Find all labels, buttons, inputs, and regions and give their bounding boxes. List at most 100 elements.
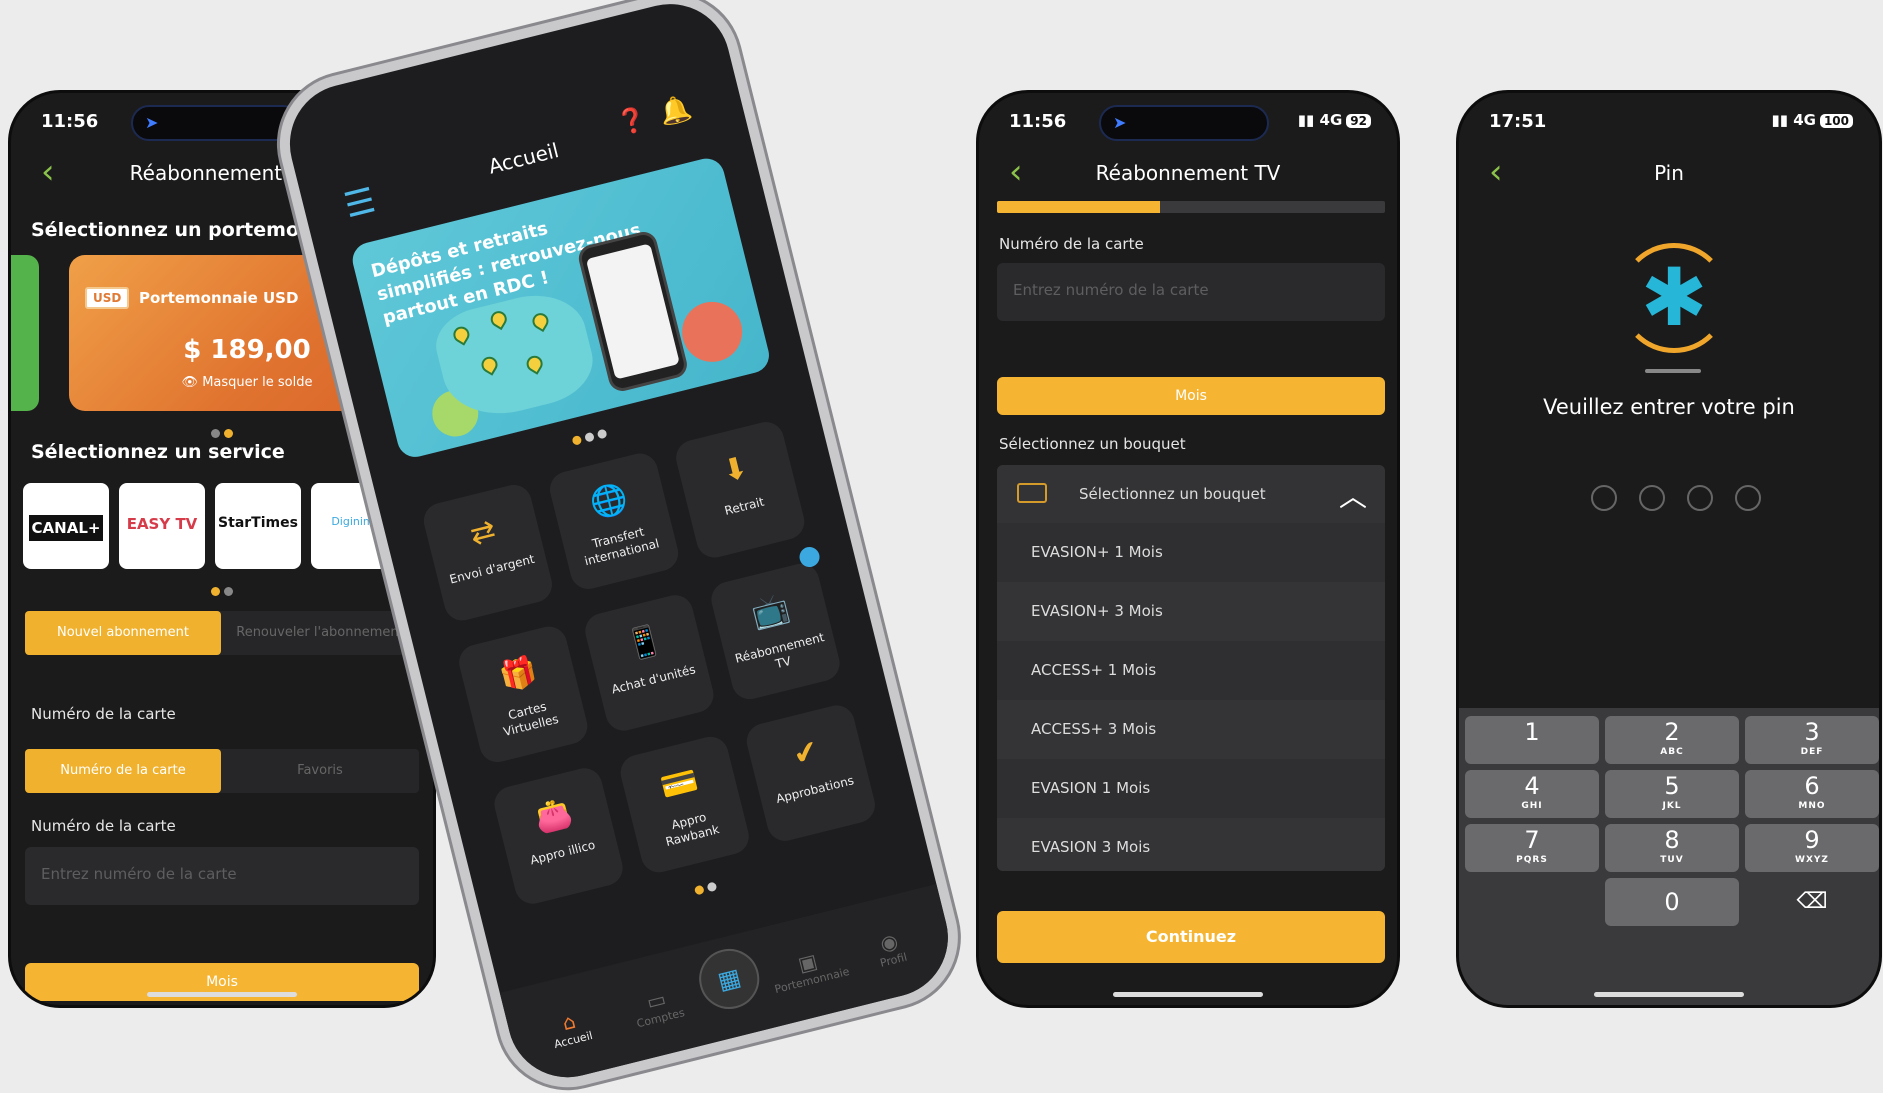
tile-approvals[interactable]: ✔ Approbations [742, 701, 879, 845]
key-letters: TUV [1660, 855, 1684, 865]
bank-card-icon: 💳 [657, 763, 703, 807]
map-pin-icon [478, 353, 501, 376]
signal-icon: ▮▮ [1771, 111, 1788, 129]
tile-appro-rawbank[interactable]: 💳 Appro Rawbank [616, 733, 753, 877]
tile-withdraw[interactable]: ⬇ Retrait [672, 418, 809, 562]
bouquet-section-label: Sélectionnez un bouquet [999, 435, 1186, 453]
tile-virtual-cards[interactable]: 🎁 Cartes Virtuelles [455, 622, 592, 766]
bouquet-option[interactable]: ACCESS+ 3 Mois [997, 700, 1385, 759]
promo-banner[interactable]: Dépôts et retraits simplifiés : retrouve… [348, 154, 773, 461]
card-number-input[interactable]: Entrez numéro de la carte [997, 263, 1385, 321]
backspace-icon: ⌫ [1796, 889, 1828, 914]
page-dot [706, 881, 718, 893]
tile-money-transfer[interactable]: ⇄ Envoi d'argent [420, 481, 556, 625]
home-indicator [1113, 992, 1263, 997]
tile-tv-subscription[interactable]: 📺 Réabonnement TV [707, 559, 844, 703]
status-bar: 17:51 ▮▮ 4G 100 [1459, 93, 1879, 149]
status-time: 11:56 [41, 111, 99, 132]
continue-button[interactable]: Continuez [997, 911, 1385, 963]
tile-airtime[interactable]: 📱 Achat d'unités [581, 591, 718, 735]
backspace-key[interactable]: ⌫ [1745, 878, 1879, 926]
phone-illustration-screen [585, 243, 680, 380]
card-source-toggle: Numéro de la carte Favoris [25, 749, 419, 793]
virtual-card-icon: 🎁 [495, 652, 541, 696]
page-dot [224, 587, 233, 596]
bouquet-option[interactable]: EVASION+ 1 Mois [997, 523, 1385, 582]
currency-chip: USD [85, 287, 130, 309]
new-subscription-tab[interactable]: Nouvel abonnement [25, 611, 221, 655]
service-startimes[interactable]: StarTimes [215, 483, 301, 569]
network-type: 4G [1793, 111, 1816, 129]
tile-label: Appro illico [528, 837, 597, 868]
key-digit: 2 [1664, 718, 1680, 746]
tab-profile[interactable]: ◉ Profil [847, 921, 934, 976]
status-time: 17:51 [1489, 111, 1547, 132]
bouquet-option[interactable]: EVASION 1 Mois [997, 759, 1385, 818]
bouquet-option[interactable]: EVASION 3 Mois [997, 818, 1385, 871]
money-transfer-icon: ⇄ [466, 512, 500, 553]
key-letters: DEF [1800, 747, 1824, 757]
tv-icon: 📺 [748, 590, 793, 634]
tile-label: Retrait [723, 494, 766, 518]
key-5[interactable]: 5 JKL [1605, 770, 1739, 818]
map-pin-icon [487, 308, 510, 331]
map-pin-icon [529, 310, 552, 333]
service-canal-plus[interactable]: CANAL+ [23, 483, 109, 569]
bouquet-dropdown-header[interactable]: Sélectionnez un bouquet ︿ [997, 465, 1385, 523]
tile-label: Transfert international [583, 524, 661, 569]
key-digit: 7 [1524, 826, 1540, 854]
pin-digit-slot [1735, 485, 1761, 511]
wallet-card-previous[interactable] [11, 255, 39, 411]
key-6[interactable]: 6 MNO [1745, 770, 1879, 818]
card-number-tab[interactable]: Numéro de la carte [25, 749, 221, 793]
tab-wallet[interactable]: ▣ Portemonnaie [766, 941, 853, 996]
bouquet-option[interactable]: EVASION+ 3 Mois [997, 582, 1385, 641]
bouquet-option[interactable]: ACCESS+ 1 Mois [997, 641, 1385, 700]
network-indicator: ▮▮ 4G 100 [1771, 111, 1853, 129]
card-number-label: Numéro de la carte [999, 235, 1144, 253]
key-2[interactable]: 2 ABC [1605, 716, 1739, 764]
key-letters: ABC [1660, 747, 1684, 757]
wallet-pagination [209, 423, 235, 438]
month-button[interactable]: Mois [997, 377, 1385, 415]
key-9[interactable]: 9 WXYZ [1745, 824, 1879, 872]
bouquet-dropdown: Sélectionnez un bouquet ︿ EVASION+ 1 Moi… [997, 465, 1385, 871]
card-number-label: Numéro de la carte [31, 705, 176, 723]
key-4[interactable]: 4 GHI [1465, 770, 1599, 818]
asterisk-logo-icon: ✱ [1640, 251, 1708, 344]
phone-illustration [575, 229, 690, 394]
key-8[interactable]: 8 TUV [1605, 824, 1739, 872]
key-3[interactable]: 3 DEF [1745, 716, 1879, 764]
qr-scan-button[interactable]: ▦ [692, 942, 766, 1016]
service-label: EASY TV [126, 515, 198, 533]
banner-decoration [675, 295, 749, 369]
favorites-tab[interactable]: Favoris [221, 749, 419, 793]
key-0[interactable]: 0 [1605, 878, 1739, 926]
phone-screen-bouquet: 11:56 ➤ ▮▮ 4G 92 ‹ Réabonnement TV Numéro… [976, 90, 1400, 1008]
tile-appro-illico[interactable]: 👛 Appro illico [490, 764, 627, 908]
service-label: CANAL+ [29, 515, 103, 541]
key-1[interactable]: 1 [1465, 716, 1599, 764]
qr-code-icon: ▦ [714, 962, 744, 996]
tab-accounts[interactable]: ▭ Comptes [614, 979, 701, 1034]
card-number-input[interactable]: Entrez numéro de la carte [25, 847, 419, 905]
key-7[interactable]: 7 PQRS [1465, 824, 1599, 872]
tab-home[interactable]: ⌂ Accueil [527, 1001, 614, 1056]
key-digit: 5 [1664, 772, 1680, 800]
key-digit: 3 [1804, 718, 1820, 746]
card-input-label: Numéro de la carte [31, 817, 176, 835]
status-time: 11:56 [1009, 111, 1067, 132]
bottom-tab-bar: ⌂ Accueil ▭ Comptes ▦ ▣ Portemonnaie ◉ Profi… [499, 884, 961, 1090]
network-indicator: ▮▮ 4G 92 [1298, 111, 1371, 129]
page-dot-active [224, 429, 233, 438]
hide-balance-label: Masquer le solde [202, 375, 313, 390]
key-letters: JKL [1662, 801, 1682, 811]
key-letters: GHI [1521, 801, 1543, 811]
key-digit: 4 [1524, 772, 1540, 800]
service-easy-tv[interactable]: EASY TV [119, 483, 205, 569]
tile-label: Appro Rawbank [664, 809, 721, 850]
renew-subscription-tab[interactable]: Renouveler l'abonnement [221, 611, 419, 655]
key-letters: WXYZ [1795, 855, 1829, 865]
tile-international-transfer[interactable]: 🌐 Transfert international [546, 449, 682, 593]
page-dot [211, 429, 220, 438]
